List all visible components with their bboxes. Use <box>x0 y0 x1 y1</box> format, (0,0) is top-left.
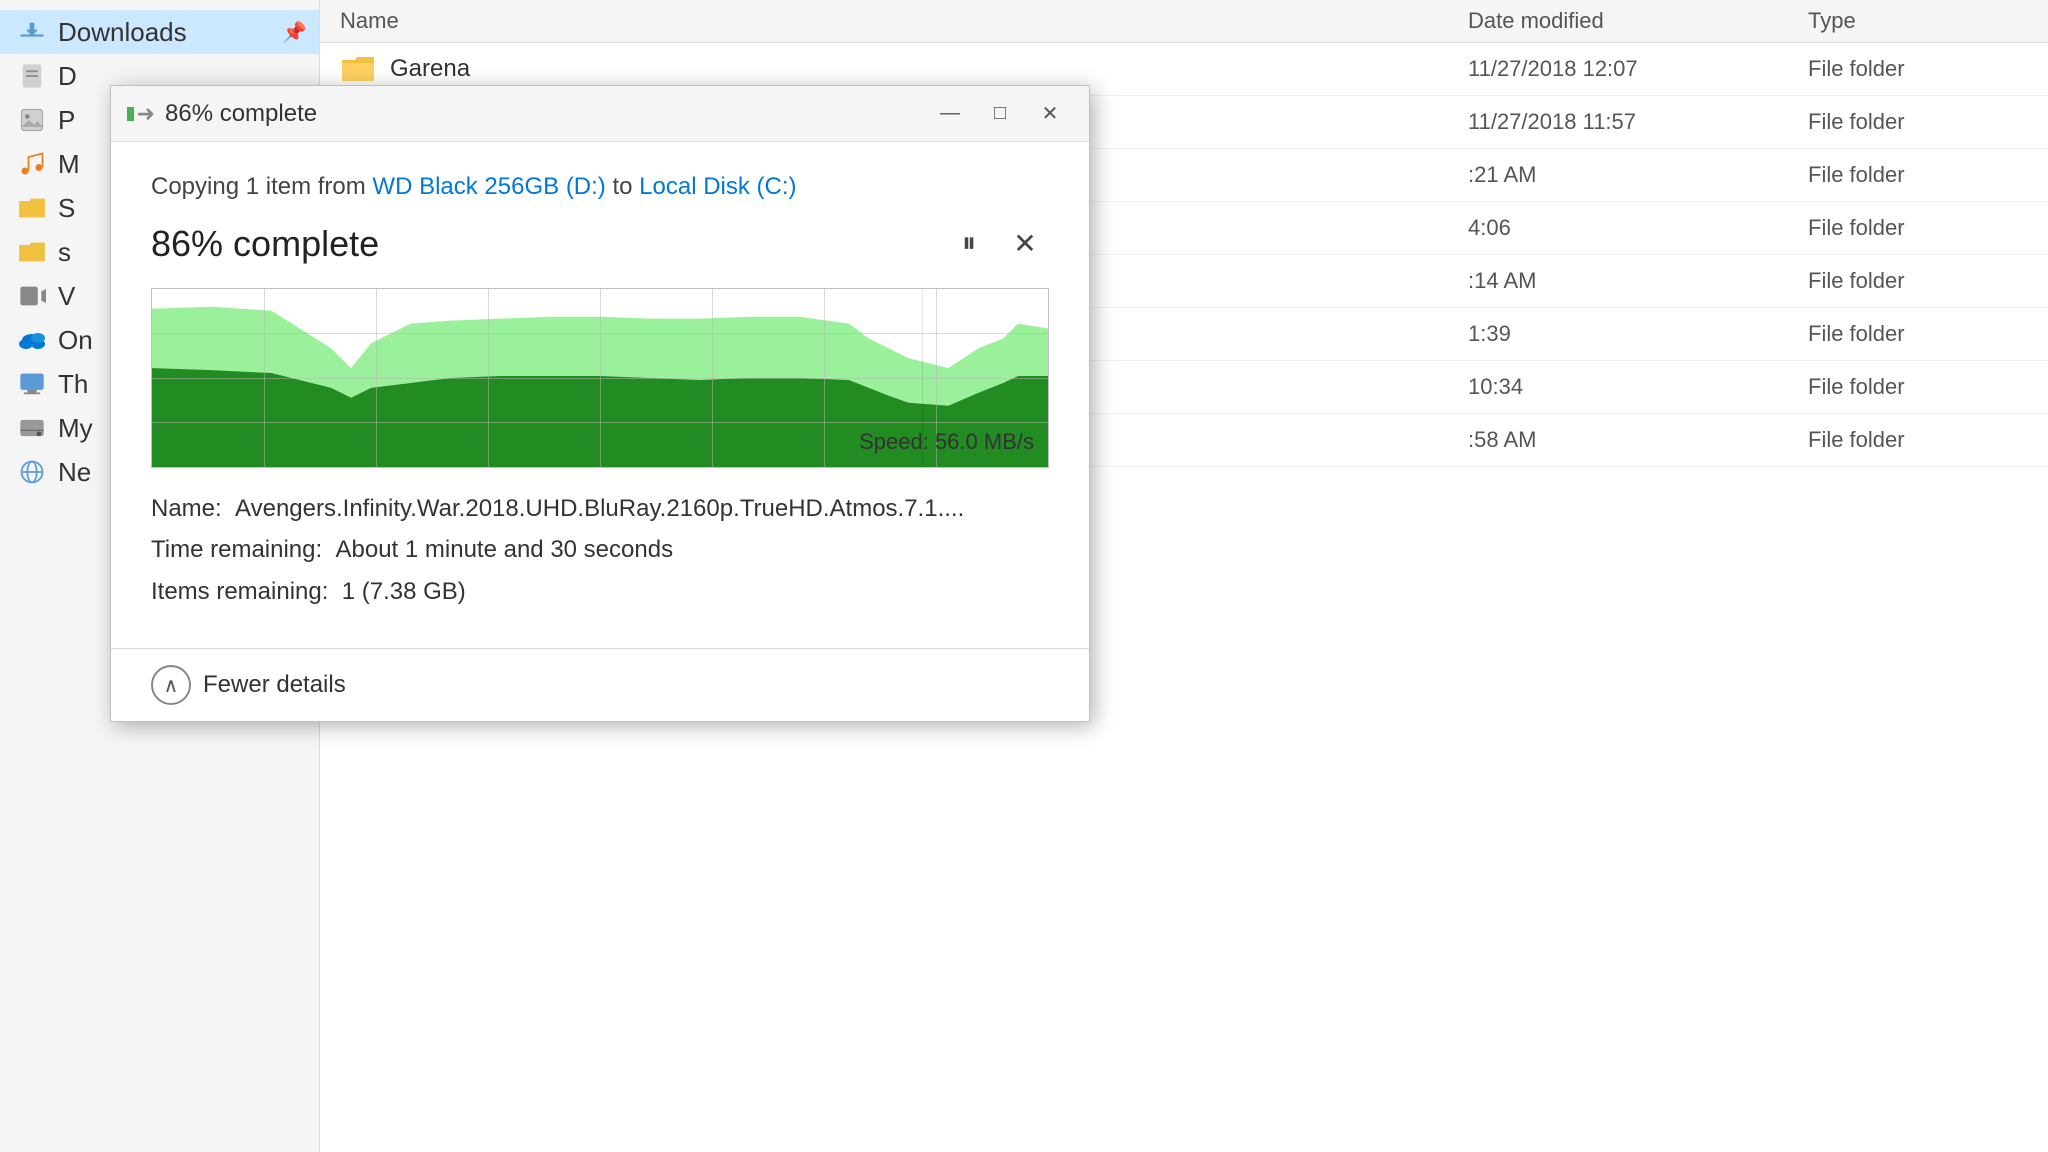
col-header-name: Name <box>340 8 1468 34</box>
music-icon <box>16 148 48 180</box>
close-button[interactable]: ✕ <box>1027 96 1073 132</box>
pin-icon: 📌 <box>282 20 307 45</box>
pause-button[interactable]: ⏸ <box>945 220 993 268</box>
sidebar-item-label: S <box>58 193 75 224</box>
copy-title-row: 86% complete ⏸ ✕ <box>151 220 1049 268</box>
file-name: Garena <box>390 55 1468 83</box>
maximize-button[interactable]: □ <box>977 96 1023 132</box>
window-controls: — □ ✕ <box>927 96 1073 132</box>
file-date: 11/27/2018 11:57 <box>1468 109 1808 135</box>
sidebar-item-label: My <box>58 413 93 444</box>
file-details: Name: Avengers.Infinity.War.2018.UHD.Blu… <box>151 492 1049 609</box>
file-name-value: Avengers.Infinity.War.2018.UHD.BluRay.21… <box>235 495 964 522</box>
copy-controls: ⏸ ✕ <box>945 220 1049 268</box>
sidebar-item-label: Th <box>58 369 88 400</box>
file-type: File folder <box>1808 268 2028 294</box>
network-icon <box>16 456 48 488</box>
file-type: File folder <box>1808 56 2028 82</box>
green-square-icon <box>127 107 134 121</box>
cancel-copy-button[interactable]: ✕ <box>1001 220 1049 268</box>
sidebar-item-label: Downloads <box>58 17 187 48</box>
doc-icon <box>16 60 48 92</box>
col-header-date: Date modified <box>1468 8 1808 34</box>
file-date: :21 AM <box>1468 162 1808 188</box>
sidebar-item-label: D <box>58 61 77 92</box>
downloads-icon <box>16 16 48 48</box>
minimize-button[interactable]: — <box>927 96 973 132</box>
sidebar-item-label: s <box>58 237 71 268</box>
items-remaining-row: Items remaining: 1 (7.38 GB) <box>151 575 1049 609</box>
sidebar-item-label: Ne <box>58 457 91 488</box>
thispc-icon <box>16 368 48 400</box>
time-remaining-row: Time remaining: About 1 minute and 30 se… <box>151 533 1049 567</box>
file-name-label: Name: <box>151 495 235 522</box>
sidebar-item-label: V <box>58 281 75 312</box>
sidebar-item-label: P <box>58 105 75 136</box>
video-icon <box>16 280 48 312</box>
sidebar-item-label: On <box>58 325 93 356</box>
dialog-title: 86% complete <box>165 100 927 128</box>
file-name-row: Name: Avengers.Infinity.War.2018.UHD.Blu… <box>151 492 1049 526</box>
pic-icon <box>16 104 48 136</box>
drive-icon <box>16 412 48 444</box>
arrow-icon: ➜ <box>137 101 155 127</box>
file-date: :14 AM <box>1468 268 1808 294</box>
fewer-details-button[interactable]: ∧ Fewer details <box>151 665 346 705</box>
file-type: File folder <box>1808 162 2028 188</box>
copy-progress-title: 86% complete <box>151 223 945 265</box>
chevron-up-icon: ∧ <box>151 665 191 705</box>
copy-desc-prefix: Copying 1 item from <box>151 173 372 200</box>
file-type: File folder <box>1808 374 2028 400</box>
items-remaining-label: Items remaining: <box>151 578 342 605</box>
sidebar-item-downloads[interactable]: Downloads 📌 <box>0 10 319 54</box>
file-date: 4:06 <box>1468 215 1808 241</box>
copy-description: Copying 1 item from WD Black 256GB (D:) … <box>151 170 1049 204</box>
onedrive-icon <box>16 324 48 356</box>
fewer-details-label: Fewer details <box>203 671 346 699</box>
time-remaining-label: Time remaining: <box>151 536 336 563</box>
file-type: File folder <box>1808 321 2028 347</box>
file-type: File folder <box>1808 427 2028 453</box>
dialog-footer: ∧ Fewer details <box>111 648 1089 721</box>
dialog-titlebar: ➜ 86% complete — □ ✕ <box>111 86 1089 142</box>
dialog-body: Copying 1 item from WD Black 256GB (D:) … <box>111 142 1089 648</box>
copy-to-text: to <box>606 173 639 200</box>
file-date: 10:34 <box>1468 374 1808 400</box>
copy-dialog: ➜ 86% complete — □ ✕ Copying 1 item from… <box>110 85 1090 722</box>
file-type: File folder <box>1808 215 2028 241</box>
progress-graph: Speed: 56.0 MB/s <box>151 288 1049 468</box>
folder-icon <box>16 236 48 268</box>
time-remaining-value: About 1 minute and 30 seconds <box>336 536 674 563</box>
sidebar-item-label: M <box>58 149 80 180</box>
speed-label: Speed: 56.0 MB/s <box>859 429 1034 455</box>
folder-icon <box>16 192 48 224</box>
file-date: :58 AM <box>1468 427 1808 453</box>
file-list-header: Name Date modified Type <box>320 0 2048 43</box>
copy-source: WD Black 256GB (D:) <box>372 173 605 200</box>
folder-icon <box>340 51 376 87</box>
copy-dest: Local Disk (C:) <box>639 173 796 200</box>
items-remaining-value: 1 (7.38 GB) <box>342 578 466 605</box>
col-header-type: Type <box>1808 8 2028 34</box>
dialog-title-icon: ➜ <box>127 103 155 125</box>
file-date: 11/27/2018 12:07 <box>1468 56 1808 82</box>
file-type: File folder <box>1808 109 2028 135</box>
file-date: 1:39 <box>1468 321 1808 347</box>
